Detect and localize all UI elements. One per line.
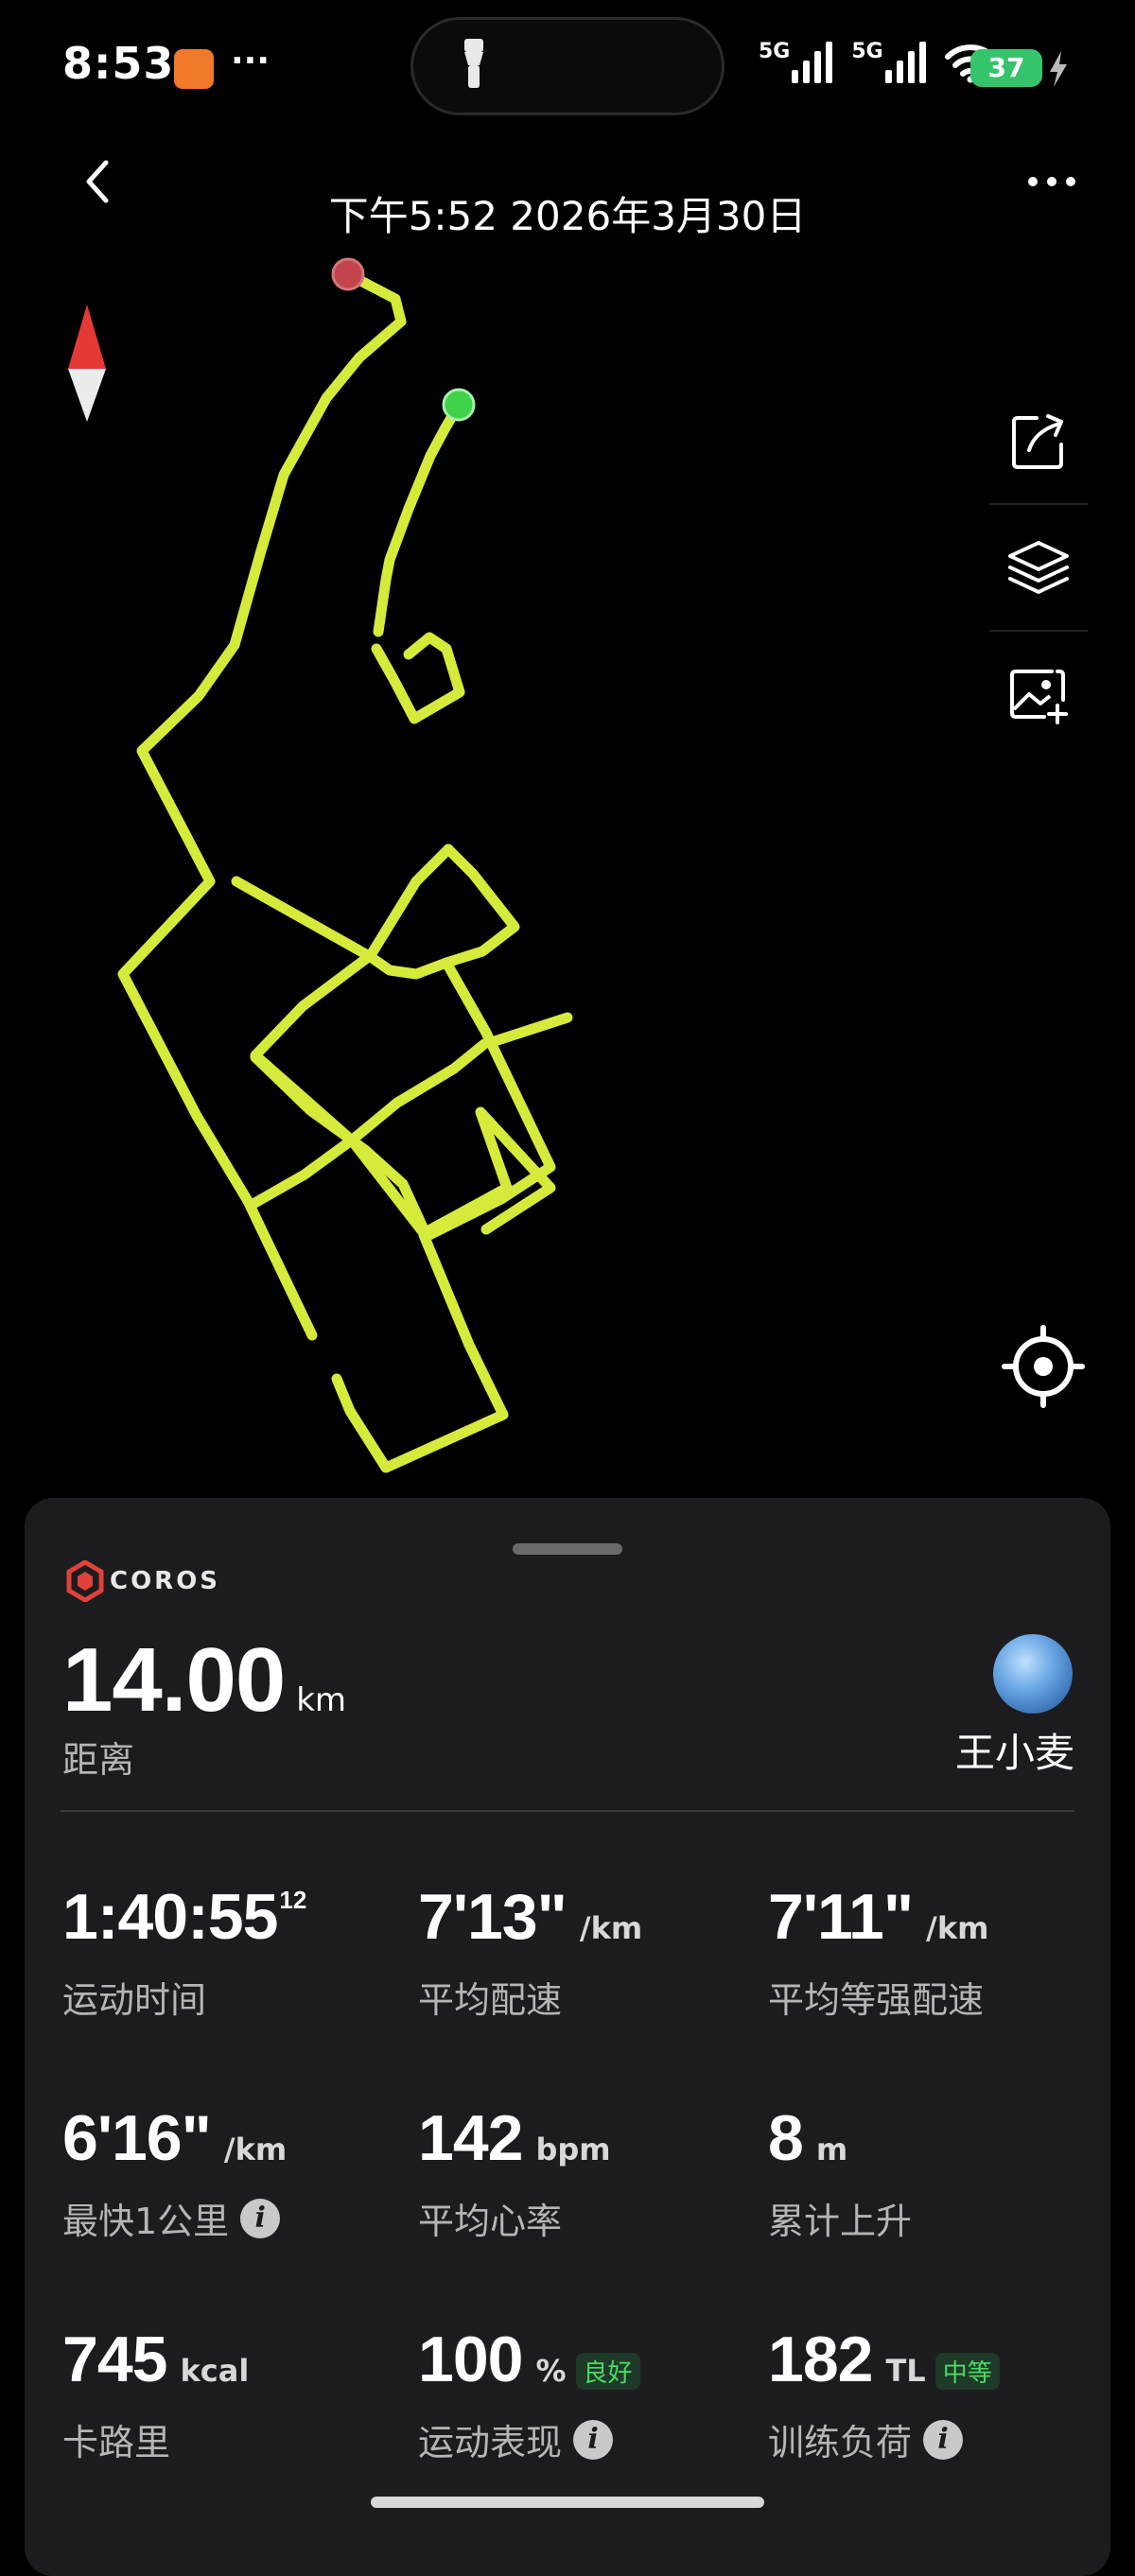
metric-number: 1:40:55 bbox=[62, 1881, 278, 1953]
metric-cell[interactable]: 100% 良好 运动表现 i bbox=[418, 2323, 640, 2465]
signal-label: 5G bbox=[851, 40, 883, 63]
metric-unit: /km bbox=[926, 1910, 989, 1946]
add-image-icon bbox=[1010, 670, 1068, 724]
activity-datetime: 下午5:52 2026年3月30日 bbox=[328, 193, 807, 239]
metric-number: 6'16" bbox=[62, 2102, 212, 2174]
metric-cell[interactable]: 182 TL 中等 训练负荷 i bbox=[768, 2323, 1000, 2465]
home-indicator[interactable] bbox=[371, 2497, 764, 2508]
compass-icon[interactable] bbox=[68, 305, 106, 422]
metric-cell: 7'13" /km 平均配速 bbox=[418, 1880, 642, 2023]
map-tools bbox=[989, 378, 1088, 757]
distance-label: 距离 bbox=[62, 1739, 135, 1781]
metric-label-row: 平均心率 bbox=[418, 2192, 611, 2244]
metric-value: 100% 良好 bbox=[418, 2323, 640, 2396]
metric-label: 运动表现 bbox=[418, 2422, 563, 2463]
metric-label: 运动时间 bbox=[62, 1979, 207, 2021]
coros-logo-icon bbox=[66, 1560, 104, 1602]
metric-unit: m bbox=[815, 2132, 848, 2167]
metric-rating-badge: 中等 bbox=[934, 2353, 1000, 2390]
metric-label: 平均等强配速 bbox=[768, 1979, 985, 2021]
add-image-button[interactable] bbox=[989, 632, 1088, 757]
route-start-marker bbox=[442, 388, 476, 422]
metric-cell: 142 bpm 平均心率 bbox=[418, 2101, 611, 2244]
metric-value: 7'13" /km bbox=[418, 1880, 642, 1954]
metric-number: 8 bbox=[768, 2102, 804, 2174]
metric-number: 182 bbox=[768, 2324, 873, 2395]
metric-number: 745 bbox=[62, 2324, 167, 2395]
metric-number: 100 bbox=[418, 2324, 523, 2395]
locate-icon bbox=[1002, 1325, 1085, 1408]
more-button[interactable] bbox=[1025, 157, 1078, 206]
metric-label-row: 运动表现 i bbox=[418, 2413, 640, 2465]
flashlight-icon bbox=[464, 39, 483, 88]
metric-value: 745 kcal bbox=[62, 2323, 249, 2396]
distance-value: 14.00 km bbox=[62, 1628, 346, 1732]
metric-label-row: 累计上升 bbox=[768, 2192, 912, 2244]
route-end-marker bbox=[331, 257, 365, 291]
metric-label-row: 卡路里 bbox=[62, 2413, 249, 2465]
metric-label: 卡路里 bbox=[62, 2422, 171, 2463]
metric-value: 7'11" /km bbox=[768, 1880, 988, 1954]
info-icon[interactable]: i bbox=[573, 2419, 614, 2460]
info-icon[interactable]: i bbox=[923, 2419, 964, 2460]
metric-cell: 7'11" /km 平均等强配速 bbox=[768, 1880, 988, 2023]
signal-icon: 5G bbox=[759, 40, 833, 83]
metric-rating-badge: 良好 bbox=[575, 2353, 640, 2390]
distance-unit: km bbox=[296, 1681, 347, 1719]
metric-cell: 1:40:55 12 运动时间 bbox=[62, 1880, 306, 2023]
locate-button[interactable] bbox=[1001, 1324, 1086, 1409]
metric-label-row: 平均等强配速 bbox=[768, 1971, 988, 2023]
app-notification-icon bbox=[174, 49, 214, 89]
metric-value: 6'16" /km bbox=[62, 2101, 287, 2175]
metric-label: 累计上升 bbox=[768, 2201, 913, 2242]
metric-unit: bpm bbox=[535, 2132, 611, 2167]
route-track bbox=[117, 269, 573, 1473]
charging-icon bbox=[1050, 51, 1067, 87]
share-button[interactable] bbox=[989, 378, 1088, 505]
metric-cell[interactable]: 6'16" /km 最快1公里 i bbox=[62, 2101, 287, 2244]
battery-icon: 37 bbox=[970, 49, 1042, 87]
metric-label-row: 运动时间 bbox=[62, 1971, 306, 2023]
brand-logo: COROS bbox=[66, 1560, 220, 1602]
panel-drag-handle[interactable] bbox=[513, 1543, 622, 1555]
metric-label: 最快1公里 bbox=[62, 2201, 230, 2242]
metric-label: 平均配速 bbox=[418, 1979, 563, 2021]
avatar[interactable] bbox=[993, 1634, 1073, 1714]
username: 王小麦 bbox=[954, 1730, 1074, 1776]
metric-unit: /km bbox=[223, 2132, 288, 2167]
metric-label-row: 平均配速 bbox=[418, 1971, 642, 2023]
status-time: 8:53 bbox=[62, 38, 175, 89]
metric-unit: kcal bbox=[180, 2353, 250, 2389]
route-map[interactable] bbox=[0, 242, 1135, 1500]
metric-value: 1:40:55 12 bbox=[62, 1880, 306, 1954]
distance-number: 14.00 bbox=[62, 1629, 286, 1731]
more-icon bbox=[1028, 177, 1075, 186]
signal-icon: 5G bbox=[851, 40, 926, 83]
metric-superscript: 12 bbox=[279, 1886, 307, 1914]
share-icon bbox=[1012, 414, 1063, 469]
metric-number: 142 bbox=[418, 2102, 523, 2174]
metric-label: 平均心率 bbox=[418, 2201, 563, 2242]
metric-unit: % bbox=[535, 2353, 567, 2389]
metric-cell: 745 kcal 卡路里 bbox=[62, 2323, 249, 2465]
layers-button[interactable] bbox=[989, 505, 1088, 632]
metric-label-row: 最快1公里 i bbox=[62, 2192, 287, 2244]
metric-unit: TL bbox=[885, 2353, 926, 2389]
metric-unit: /km bbox=[579, 1910, 643, 1946]
metric-label: 训练负荷 bbox=[768, 2422, 913, 2463]
metric-value: 142 bpm bbox=[418, 2101, 611, 2175]
status-more-dots: ··· bbox=[231, 42, 271, 80]
metric-number: 7'11" bbox=[768, 1881, 914, 1953]
divider bbox=[61, 1810, 1074, 1812]
dynamic-island[interactable] bbox=[410, 17, 725, 115]
layers-icon bbox=[1008, 541, 1069, 594]
metric-value: 182 TL 中等 bbox=[768, 2323, 1000, 2396]
metric-value: 8m bbox=[768, 2101, 912, 2175]
metric-number: 7'13" bbox=[418, 1881, 568, 1953]
metric-cell: 8 m 累计上升 bbox=[768, 2101, 912, 2244]
brand-name: COROS bbox=[110, 1567, 221, 1595]
info-icon[interactable]: i bbox=[240, 2198, 281, 2238]
metric-label-row: 训练负荷 i bbox=[768, 2413, 1000, 2465]
signal-label: 5G bbox=[759, 40, 791, 63]
